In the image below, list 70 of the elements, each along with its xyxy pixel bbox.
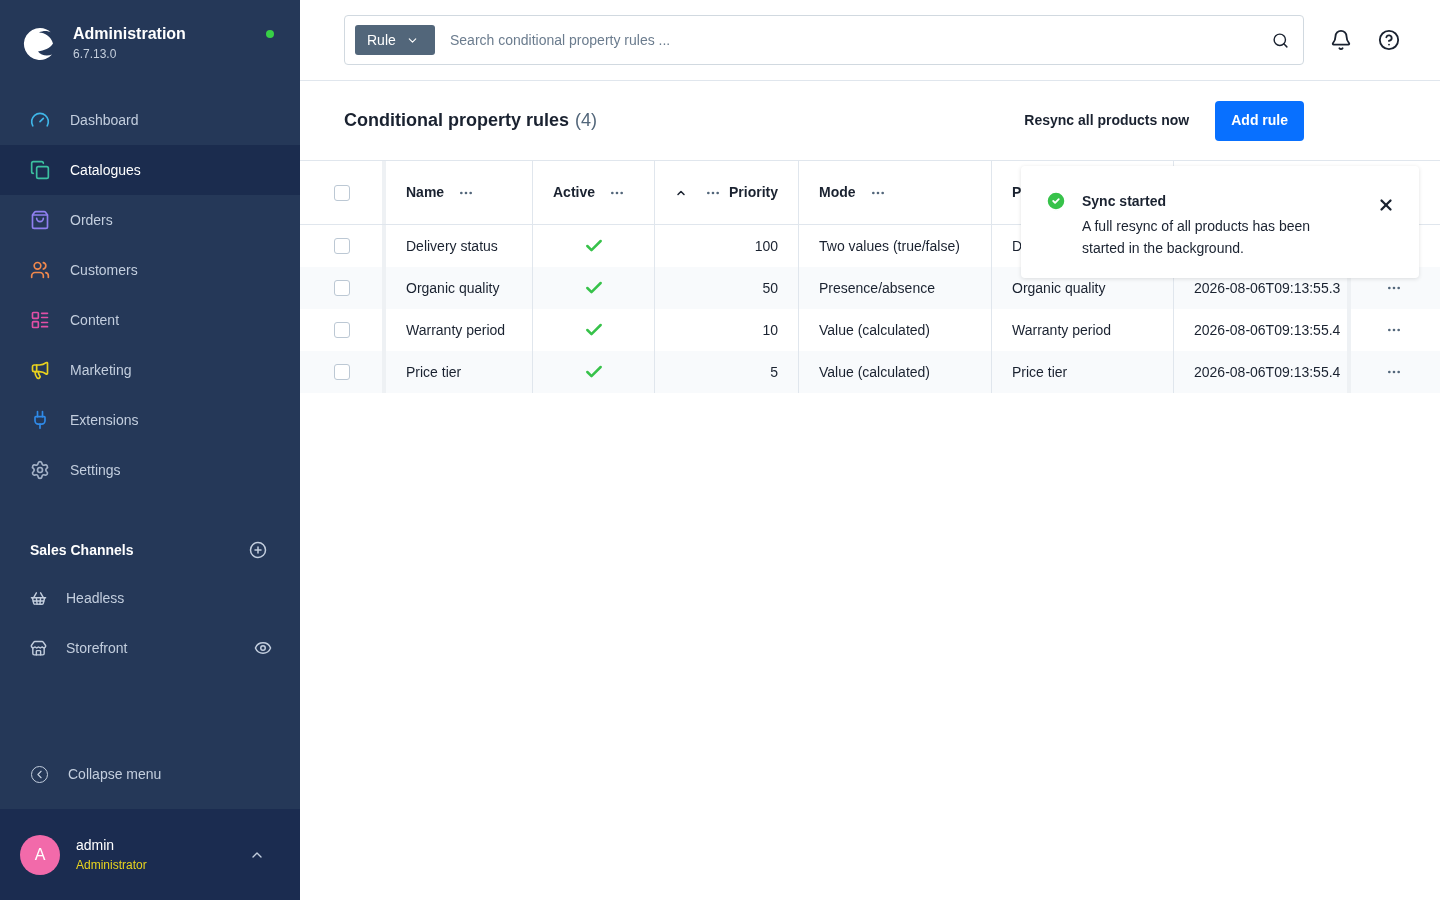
- success-icon: [1045, 190, 1067, 212]
- nav-item[interactable]: Settings: [0, 445, 300, 495]
- bell-icon[interactable]: [1330, 29, 1352, 51]
- user-role: Administrator: [76, 857, 147, 874]
- column-header[interactable]: Priority: [729, 182, 778, 203]
- toast-title: Sync started: [1082, 192, 1168, 211]
- channel-item[interactable]: Storefront: [0, 623, 300, 673]
- collapse-menu-button[interactable]: Collapse menu: [0, 759, 300, 789]
- table-cell-text: 2026-08-06T09:13:55.4: [1194, 320, 1341, 340]
- table-cell-text: Warranty period: [406, 320, 506, 340]
- eye-icon[interactable]: [254, 639, 272, 657]
- section-title: Sales Channels: [30, 540, 134, 560]
- column-header[interactable]: Mode: [819, 182, 856, 203]
- content-icon: [30, 310, 50, 330]
- search-field[interactable]: Rule Search conditional property rules ...: [344, 15, 1304, 65]
- avatar: A: [20, 834, 60, 875]
- table-cell-text: 10: [762, 320, 778, 340]
- bag-icon: [30, 210, 50, 230]
- checkbox[interactable]: [334, 280, 350, 296]
- table-cell-text: Delivery status: [406, 236, 498, 256]
- table-cell-text: 2026-08-06T09:13:55.3: [1194, 278, 1341, 298]
- table-cell-text: Price tier: [406, 362, 462, 382]
- nav-item[interactable]: Orders: [0, 195, 300, 245]
- nav-item[interactable]: Marketing: [0, 345, 300, 395]
- column-header[interactable]: Active: [553, 182, 596, 203]
- table-cell-text: 5: [770, 362, 778, 382]
- page-title: Conditional property rules: [344, 109, 570, 132]
- table-cell-text: Organic quality: [406, 278, 500, 298]
- checkbox[interactable]: [334, 364, 350, 380]
- table-cell-text: 50: [762, 278, 778, 298]
- user-name: admin: [76, 836, 116, 855]
- nav-item[interactable]: Catalogues: [0, 145, 300, 195]
- close-icon[interactable]: [1377, 196, 1395, 214]
- help-icon[interactable]: [1378, 29, 1400, 51]
- table-cell-text: Value (calculated): [819, 362, 931, 382]
- copy-icon: [30, 160, 50, 180]
- table-cell-text: Organic quality: [1012, 278, 1106, 298]
- type-dropdown[interactable]: Rule: [355, 25, 435, 55]
- gauge-icon: [30, 110, 50, 130]
- basket-icon: [30, 589, 47, 607]
- nav-item[interactable]: Content: [0, 295, 300, 345]
- add-icon[interactable]: [249, 541, 267, 559]
- rule-count: (4): [575, 109, 598, 132]
- table-cell-text: 100: [754, 236, 778, 256]
- app-title: Administration: [73, 24, 186, 44]
- channel-item[interactable]: Headless: [0, 573, 300, 623]
- table-cell-text: Value (calculated): [819, 320, 931, 340]
- table-cell-text: Two values (true/false): [819, 236, 960, 256]
- megaphone-icon: [30, 360, 50, 380]
- checkbox[interactable]: [334, 238, 350, 254]
- table-cell-text: Presence/absence: [819, 278, 935, 298]
- toast-message: A full resync of all products has been started in the background.: [1082, 217, 1312, 258]
- column-header[interactable]: P: [1012, 182, 1022, 203]
- column-header[interactable]: Name: [406, 182, 445, 203]
- nav-item[interactable]: Dashboard: [0, 95, 300, 145]
- settings-icon: [30, 460, 50, 480]
- store-icon: [30, 639, 47, 657]
- add-rule-button[interactable]: Add rule: [1215, 100, 1304, 141]
- search-icon[interactable]: [1272, 31, 1289, 49]
- checkbox[interactable]: [334, 322, 350, 338]
- checkbox[interactable]: [334, 184, 350, 201]
- table-cell-text: 2026-08-06T09:13:55.4: [1194, 362, 1341, 382]
- table-cell-text: Warranty period: [1012, 320, 1112, 340]
- nav-item[interactable]: Extensions: [0, 395, 300, 445]
- table-cell-text: Price tier: [1012, 362, 1068, 382]
- users-icon: [30, 260, 50, 280]
- resync-button[interactable]: Resync all products now: [1018, 110, 1196, 131]
- nav-item[interactable]: Customers: [0, 245, 300, 295]
- version-label: 6.7.13.0: [73, 46, 118, 63]
- table-cell-text: D: [1012, 236, 1023, 256]
